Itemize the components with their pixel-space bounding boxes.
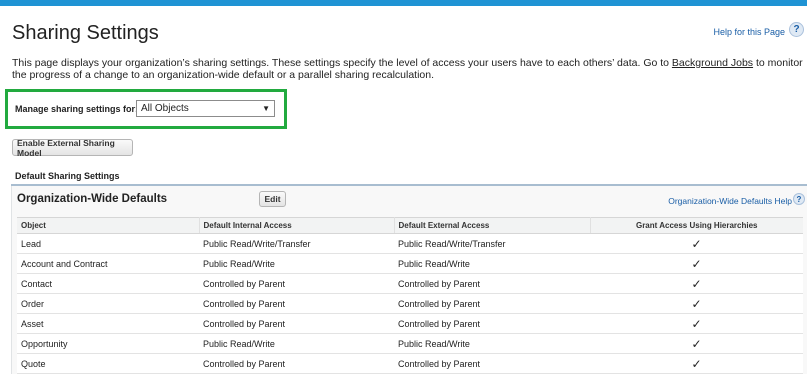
object-cell: Quote [17,353,199,374]
column-header-internal-access: Default Internal Access [199,217,395,234]
column-header-object: Object [17,217,200,234]
manage-sharing-settings-highlight: Manage sharing settings for: All Objects… [5,89,287,129]
object-cell: Opportunity [17,333,199,354]
internal-access-cell: Public Read/Write/Transfer [199,233,394,254]
external-access-cell: Controlled by Parent [394,313,590,334]
org-wide-defaults-title: Organization-Wide Defaults [17,193,168,205]
table-row: Contact Controlled by Parent Controlled … [17,273,803,294]
dropdown-arrow-icon: ▼ [262,104,270,113]
background-jobs-link[interactable]: Background Jobs [672,57,753,69]
manage-sharing-label: Manage sharing settings for: [15,104,139,114]
checkmark-icon: ✓ [590,273,803,294]
checkmark-icon: ✓ [590,293,803,314]
table-row: Opportunity Public Read/Write Public Rea… [17,333,803,354]
org-wide-defaults-panel: Organization-Wide Defaults Edit Organiza… [11,186,807,374]
internal-access-cell: Controlled by Parent [199,293,394,314]
manage-sharing-select[interactable]: All Objects ▼ [136,100,275,117]
table-header-row: Object Default Internal Access Default E… [17,217,803,234]
org-wide-defaults-help-link[interactable]: Organization-Wide Defaults Help [668,196,792,206]
external-access-cell: Controlled by Parent [394,353,590,374]
checkmark-icon: ✓ [590,333,803,354]
internal-access-cell: Controlled by Parent [199,313,394,334]
default-sharing-settings-heading: Default Sharing Settings [15,171,120,181]
column-header-external-access: Default External Access [394,217,591,234]
table-row: Account and Contract Public Read/Write P… [17,253,803,274]
object-cell: Lead [17,233,199,254]
object-cell: Asset [17,313,199,334]
internal-access-cell: Controlled by Parent [199,353,394,374]
help-for-this-page-link[interactable]: Help for this Page [713,27,785,37]
column-header-grant-access: Grant Access Using Hierarchies [590,217,803,234]
manage-sharing-selected-value: All Objects [141,103,189,114]
help-icon[interactable]: ? [789,22,804,37]
org-wide-defaults-table: Object Default Internal Access Default E… [17,217,803,374]
object-cell: Order [17,293,199,314]
object-cell: Account and Contract [17,253,199,274]
table-row: Order Controlled by Parent Controlled by… [17,293,803,314]
page-title: Sharing Settings [12,22,159,44]
checkmark-icon: ✓ [590,233,803,254]
external-access-cell: Public Read/Write [394,333,590,354]
owd-help-icon[interactable]: ? [793,193,805,205]
intro-text-start: This page displays your organization’s s… [12,57,672,69]
external-access-cell: Controlled by Parent [394,273,590,294]
table-row: Asset Controlled by Parent Controlled by… [17,313,803,334]
external-access-cell: Public Read/Write [394,253,590,274]
external-access-cell: Public Read/Write/Transfer [394,233,590,254]
checkmark-icon: ✓ [590,313,803,334]
enable-external-sharing-model-button[interactable]: Enable External Sharing Model [12,138,133,158]
table-row: Lead Public Read/Write/Transfer Public R… [17,233,803,254]
checkmark-icon: ✓ [590,353,803,374]
external-access-cell: Controlled by Parent [394,293,590,314]
internal-access-cell: Controlled by Parent [199,273,394,294]
table-row: Quote Controlled by Parent Controlled by… [17,353,803,374]
object-cell: Contact [17,273,199,294]
intro-text: This page displays your organization’s s… [12,57,807,81]
internal-access-cell: Public Read/Write [199,333,394,354]
edit-button[interactable]: Edit [259,191,286,207]
internal-access-cell: Public Read/Write [199,253,394,274]
header-strip [0,0,807,6]
checkmark-icon: ✓ [590,253,803,274]
